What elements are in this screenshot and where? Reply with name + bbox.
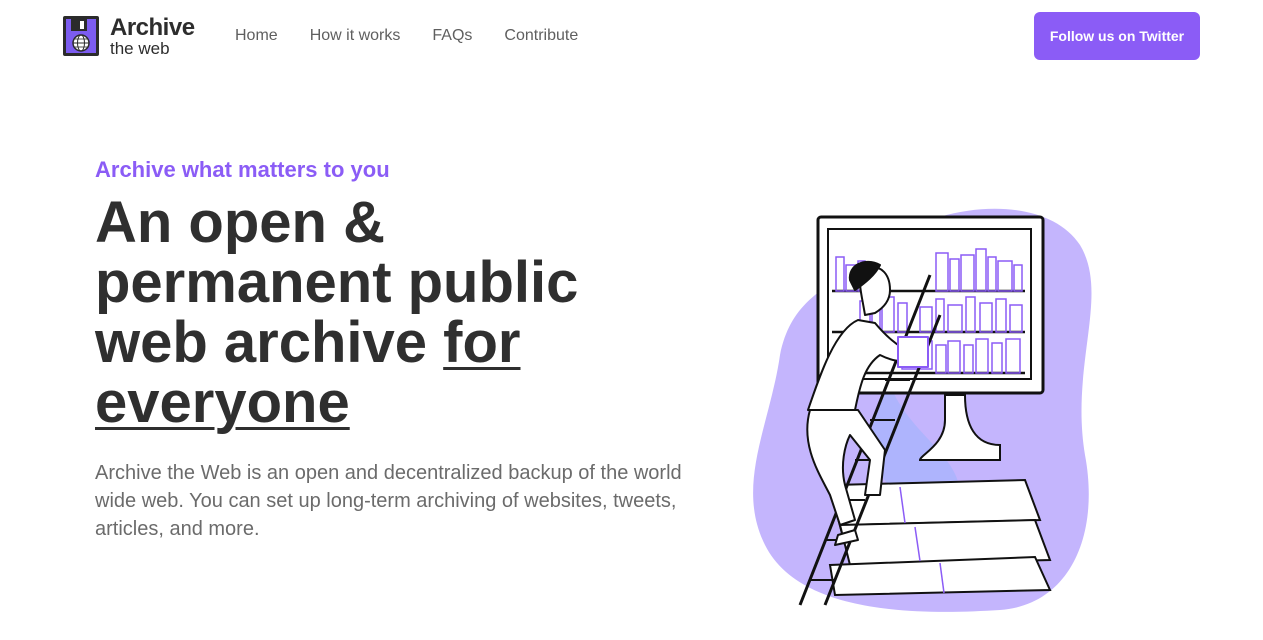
logo-subtitle: the web (110, 38, 170, 58)
hero-headline: An open & permanent public web archive f… (95, 193, 655, 433)
follow-twitter-button[interactable]: Follow us on Twitter (1034, 12, 1200, 60)
nav-home-link[interactable]: Home (235, 26, 278, 46)
logo-link[interactable]: Archive the web (62, 15, 195, 57)
page: Archive the web Home How it works FAQs C… (0, 0, 1263, 640)
logo-title: Archive (110, 13, 195, 41)
logo-wordmark: Archive the web (110, 13, 195, 58)
site-header: Archive the web Home How it works FAQs C… (0, 0, 1263, 72)
nav-how-it-works-link[interactable]: How it works (310, 26, 401, 46)
hero-lead-paragraph: Archive the Web is an open and decentral… (95, 462, 682, 540)
nav-faqs-link[interactable]: FAQs (432, 26, 472, 46)
main-nav: Home How it works FAQs Contribute (235, 26, 610, 46)
floppy-disk-globe-icon (63, 16, 99, 56)
hero-kicker: Archive what matters to you (95, 157, 390, 182)
nav-contribute-link[interactable]: Contribute (504, 26, 578, 46)
book-stack (828, 478, 1052, 597)
person-climbing-ladder-illustration (753, 208, 1092, 612)
